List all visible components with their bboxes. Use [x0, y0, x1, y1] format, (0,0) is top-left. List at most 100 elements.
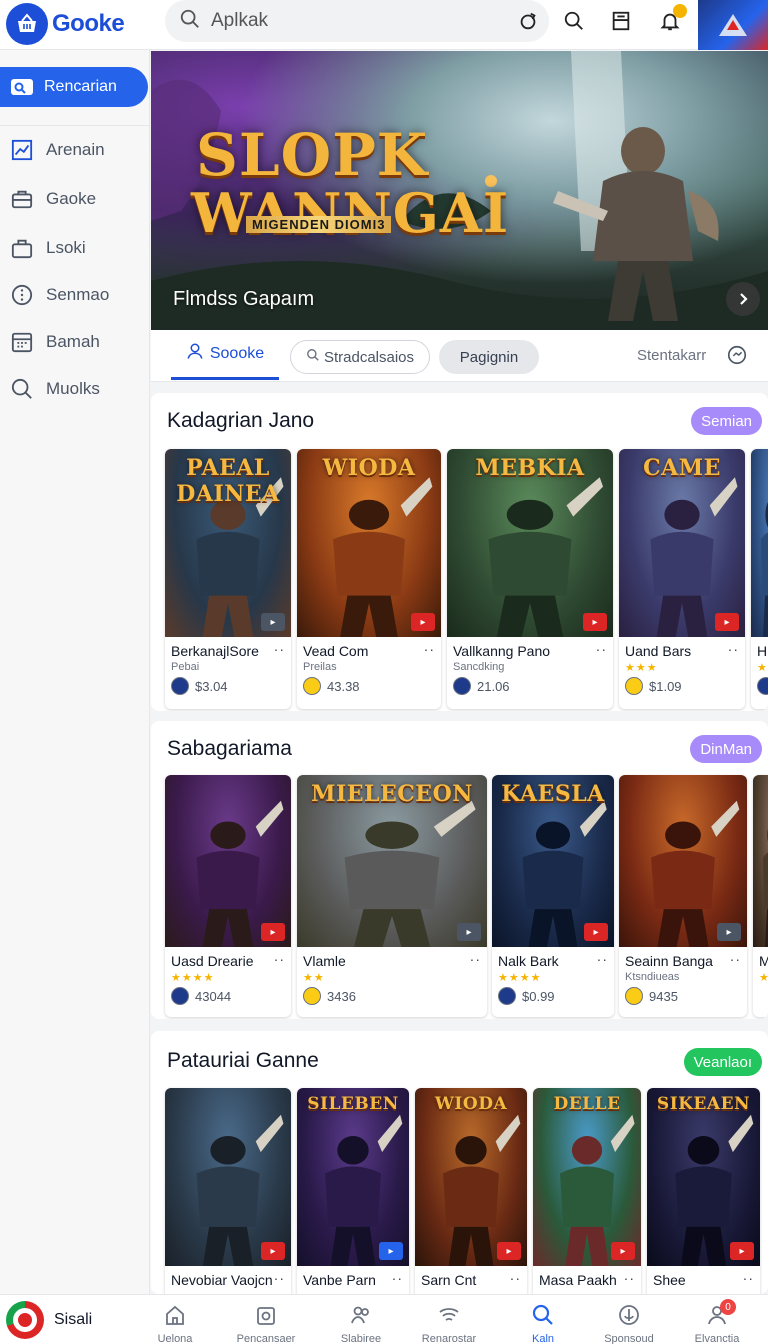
card-title: Nalk Bark	[498, 953, 559, 969]
sidebar-item-lsoki[interactable]: Lsoki	[10, 236, 86, 260]
filter-tabs: Soooke Stradcalsaios Pagignin Stentakarr	[151, 330, 768, 382]
card-art-title: SILEBEN	[307, 1094, 399, 1114]
nav-item[interactable]: Renarostar	[404, 1303, 494, 1344]
nav-item-label: Slabiree	[340, 1333, 382, 1344]
hero-subtitle: Flmdss Gapaım	[173, 288, 315, 310]
profile-avatar[interactable]	[698, 0, 768, 50]
more-icon[interactable]: ··	[424, 641, 435, 657]
section-title: Kadagrian Jano	[167, 409, 315, 432]
briefcase-icon	[10, 187, 34, 211]
chart-icon	[10, 138, 34, 162]
game-card[interactable]: SILEBEN ▸ Vanbe Parn ··	[297, 1088, 409, 1294]
chat-icon[interactable]	[726, 344, 748, 371]
game-card[interactable]: SIKEAEN ▸ Shee ··	[647, 1088, 760, 1294]
card-price: $3.04	[171, 677, 228, 695]
search-input[interactable]	[211, 10, 501, 32]
search-bar[interactable]	[165, 0, 549, 42]
more-icon[interactable]: ··	[728, 641, 739, 657]
card-artwork: KAESLA ▸	[492, 775, 614, 947]
card-badge-icon: ▸	[497, 1242, 521, 1260]
card-artwork: WIODA ▸	[297, 449, 441, 637]
coin-icon	[171, 677, 189, 695]
brand-logo[interactable]: Gooke	[6, 3, 125, 45]
more-icon[interactable]: ··	[470, 951, 481, 967]
more-icon[interactable]: ··	[274, 641, 285, 657]
user-account[interactable]: Sisali	[6, 1301, 92, 1339]
game-card[interactable]: WIODA ▸ Vead Com ·· Preilas 43.38	[297, 449, 441, 709]
sidebar-item-gaoke[interactable]: Gaoke	[10, 187, 96, 211]
game-card[interactable]: MIELECEON ▸ Vlamle ·· ★★ 3436	[297, 775, 487, 1017]
nav-item[interactable]: Kaln	[498, 1303, 588, 1344]
sidebar-item-senmao[interactable]: Senmao	[10, 283, 109, 307]
card-artwork: SILEBEN ▸	[297, 1088, 409, 1266]
more-icon[interactable]: ··	[392, 1270, 403, 1286]
game-card[interactable]: MEBKIA ▸ Vallkanng Pano ·· Sancdking 21.06	[447, 449, 613, 709]
nav-item[interactable]: Pencansaer	[221, 1303, 311, 1344]
calendar-icon	[10, 330, 34, 354]
user-name: Sisali	[54, 1311, 93, 1328]
hero-banner[interactable]: SLOPK WANNGAI MIGENDEN DIOMI3 Flmdss Gap…	[151, 51, 768, 330]
tab-soooke[interactable]: Soooke	[171, 330, 279, 380]
section-badge[interactable]: DinMan	[690, 735, 762, 763]
chevron-right-icon[interactable]	[726, 282, 760, 316]
sidebar-item-bamah[interactable]: Bamah	[10, 330, 100, 354]
more-icon[interactable]: ··	[274, 1270, 285, 1286]
card-figure	[675, 1114, 754, 1266]
game-card[interactable]: ▸ Seainn Banga ·· Ktsndiueas 9435	[619, 775, 747, 1017]
game-card[interactable]: PAEAL DAINEA ▸ BerkanajlSore ·· Pebai $3.04	[165, 449, 291, 709]
coin-icon	[303, 987, 321, 1005]
brand-name: Gooke	[52, 10, 125, 37]
card-price: 43044	[171, 987, 231, 1005]
tab-pagignin[interactable]: Pagignin	[439, 340, 539, 374]
card-price: 5	[757, 677, 768, 695]
game-card[interactable]: M ★	[753, 775, 768, 1017]
game-card[interactable]: ▸ Nevobiar Vaojcn ··	[165, 1088, 291, 1294]
search-icon[interactable]	[561, 8, 587, 34]
more-icon[interactable]: ··	[596, 641, 607, 657]
game-card[interactable]: DELLE ▸ Masa Paakh ··	[533, 1088, 641, 1294]
nav-item-label: Pencansaer	[236, 1333, 296, 1344]
section-badge[interactable]: Semian	[691, 407, 762, 435]
more-icon[interactable]: ··	[510, 1270, 521, 1286]
more-icon[interactable]: ··	[274, 951, 285, 967]
card-price: $1.09	[625, 677, 682, 695]
people-icon	[351, 1306, 369, 1324]
card-badge-icon: ▸	[611, 1242, 635, 1260]
nav-item[interactable]: Uelona	[130, 1303, 220, 1344]
card-figure	[325, 1114, 403, 1266]
section-sabagariama: Sabagariama DinMan ▸ Uasd Drearie ·· ★★★★ 43…	[151, 721, 768, 1019]
game-card[interactable]: KAESLA ▸ Nalk Bark ·· ★★★★ $0.99	[492, 775, 614, 1017]
nav-item[interactable]: Elvanctia 0	[672, 1299, 762, 1344]
game-card[interactable]: WIODA ▸ Sarn Cnt ··	[415, 1088, 527, 1294]
card-figure	[761, 502, 768, 637]
sidebar-item-active[interactable]: Rencarian	[0, 67, 148, 107]
search-box-icon	[10, 75, 34, 99]
more-icon[interactable]: ··	[743, 1270, 754, 1286]
sidebar-item-muolks[interactable]: Muolks	[10, 377, 100, 401]
nav-item[interactable]: Sponsoud	[584, 1303, 674, 1344]
sidebar-item-label: Senmao	[46, 285, 110, 304]
hero-title-line1: SLOPK	[196, 121, 429, 189]
refresh-icon[interactable]	[517, 10, 539, 37]
section-badge[interactable]: Veanlaoı	[683, 1048, 762, 1076]
game-card[interactable]: ▸ Uasd Drearie ·· ★★★★ 43044	[165, 775, 291, 1017]
more-icon[interactable]: ··	[624, 1270, 635, 1286]
more-icon[interactable]: ··	[730, 951, 741, 967]
card-art-title: KAESLA	[501, 781, 605, 807]
card-artwork: DELLE ▸	[533, 1088, 641, 1266]
nav-item[interactable]: Slabiree	[316, 1303, 406, 1344]
hero-title-line2: WANNGAI	[191, 181, 510, 245]
tab-stentakarr[interactable]: Stentakarr	[637, 347, 706, 364]
card-badge-icon: ▸	[715, 613, 739, 631]
more-icon[interactable]: ··	[597, 951, 608, 967]
card-figure	[443, 1114, 521, 1266]
card-figure	[651, 800, 740, 947]
bell-icon[interactable]	[657, 4, 687, 34]
game-card[interactable]: H ★ 5	[751, 449, 768, 709]
sidebar-item-arenain[interactable]: Arenain	[10, 138, 105, 162]
card-subtitle: ★★★★	[171, 972, 215, 984]
document-icon[interactable]	[608, 8, 634, 34]
section-title: Patauriai Ganne	[167, 1049, 319, 1072]
tab-stradcalsaios[interactable]: Stradcalsaios	[290, 340, 430, 374]
game-card[interactable]: CAME ▸ Uand Bars ·· ★★★ $1.09	[619, 449, 745, 709]
